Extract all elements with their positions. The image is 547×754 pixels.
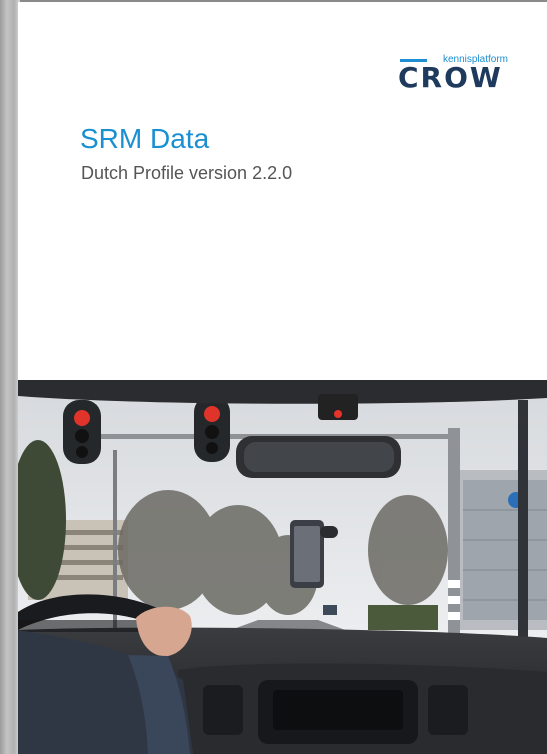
dashboard-traffic-light-photo-icon bbox=[18, 380, 547, 754]
document-subtitle: Dutch Profile version 2.2.0 bbox=[81, 163, 293, 183]
document-cover: kennisplatform CROW SRM Data Dutch Profi… bbox=[18, 2, 547, 754]
cover-photo bbox=[18, 380, 547, 754]
document-title: SRM Data bbox=[80, 123, 210, 154]
logo-wordmark: CROW bbox=[398, 61, 503, 94]
crow-logo: kennisplatform CROW bbox=[398, 54, 508, 92]
page-edge bbox=[0, 0, 20, 754]
